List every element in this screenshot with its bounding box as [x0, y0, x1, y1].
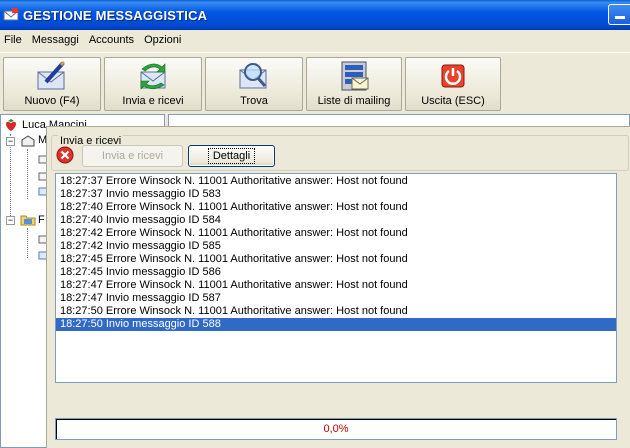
- send-receive-dialog-label: Invia e ricevi: [101, 150, 164, 162]
- log-row[interactable]: 18:27:50 Errore Winsock N. 11001 Authori…: [56, 305, 616, 318]
- log-row[interactable]: 18:27:45 Invio messaggio ID 586: [56, 266, 616, 279]
- details-label: Dettagli: [207, 148, 256, 164]
- tree-collapse-toggle-2[interactable]: −: [6, 216, 15, 225]
- find-label: Trova: [240, 95, 268, 107]
- log-row[interactable]: 18:27:42 Errore Winsock N. 11001 Authori…: [56, 227, 616, 240]
- exit-button[interactable]: Uscita (ESC): [405, 57, 501, 111]
- details-button[interactable]: Dettagli: [188, 145, 275, 167]
- log-row[interactable]: 18:27:45 Errore Winsock N. 11001 Authori…: [56, 253, 616, 266]
- window-title: GESTIONE MESSAGGISTICA: [23, 7, 208, 23]
- tree-connector: [27, 149, 28, 199]
- progress-bar: 0,0%: [55, 418, 617, 440]
- minimize-button[interactable]: [608, 4, 630, 25]
- send-receive-button[interactable]: Invia e ricevi: [104, 57, 202, 111]
- stop-close-icon[interactable]: [56, 146, 74, 164]
- tree-child2-label: F: [38, 214, 45, 226]
- new-message-label: Nuovo (F4): [24, 95, 80, 107]
- menu-messaggi[interactable]: Messaggi: [27, 31, 84, 49]
- menu-bar: File Messaggi Accounts Opzioni: [0, 30, 630, 50]
- mailing-lists-label: Liste di mailing: [317, 95, 391, 107]
- find-button[interactable]: Trova: [205, 57, 303, 111]
- mailing-lists-button[interactable]: Liste di mailing: [306, 57, 402, 111]
- tree-connector: [10, 134, 11, 222]
- tree-connector: [27, 228, 28, 258]
- menu-accounts[interactable]: Accounts: [84, 31, 139, 49]
- log-list[interactable]: 18:27:37 Errore Winsock N. 11001 Authori…: [55, 173, 617, 383]
- log-row[interactable]: 18:27:40 Invio messaggio ID 584: [56, 214, 616, 227]
- mailbox-icon: [21, 135, 35, 147]
- log-row[interactable]: 18:27:40 Errore Winsock N. 11001 Authori…: [56, 201, 616, 214]
- log-row[interactable]: 18:27:42 Invio messaggio ID 585: [56, 240, 616, 253]
- menu-opzioni[interactable]: Opzioni: [139, 31, 186, 49]
- new-message-button[interactable]: Nuovo (F4): [3, 57, 101, 111]
- log-row[interactable]: 18:27:47 Invio messaggio ID 587: [56, 292, 616, 305]
- log-row[interactable]: 18:27:47 Errore Winsock N. 11001 Authori…: [56, 279, 616, 292]
- send-receive-label: Invia e ricevi: [122, 95, 184, 107]
- strawberry-icon: [6, 119, 16, 131]
- log-row[interactable]: 18:27:37 Invio messaggio ID 583: [56, 188, 616, 201]
- app-envelope-icon: [3, 8, 19, 21]
- log-row[interactable]: 18:27:37 Errore Winsock N. 11001 Authori…: [56, 175, 616, 188]
- magnifier-envelope-icon: [239, 63, 267, 89]
- send-receive-dialog: Invia e ricevi Invia e ricevi Dettagli 1…: [46, 126, 630, 448]
- send-receive-icon: [140, 63, 166, 90]
- title-bar[interactable]: GESTIONE MESSAGGISTICA: [0, 0, 630, 30]
- send-receive-dialog-button[interactable]: Invia e ricevi: [82, 145, 183, 167]
- pen-envelope-icon: [37, 60, 66, 90]
- menu-file[interactable]: File: [0, 31, 27, 49]
- progress-text: 0,0%: [323, 423, 349, 435]
- exit-power-icon: [441, 64, 465, 88]
- mailing-list-icon: [341, 61, 369, 91]
- log-row[interactable]: 18:27:50 Invio messaggio ID 588: [56, 318, 616, 331]
- toolbar: Nuovo (F4) Invia e ricevi Trova Liste di…: [0, 52, 630, 112]
- tree-collapse-toggle[interactable]: −: [6, 137, 15, 146]
- folder-open-icon: [20, 215, 36, 226]
- exit-label: Uscita (ESC): [421, 95, 485, 107]
